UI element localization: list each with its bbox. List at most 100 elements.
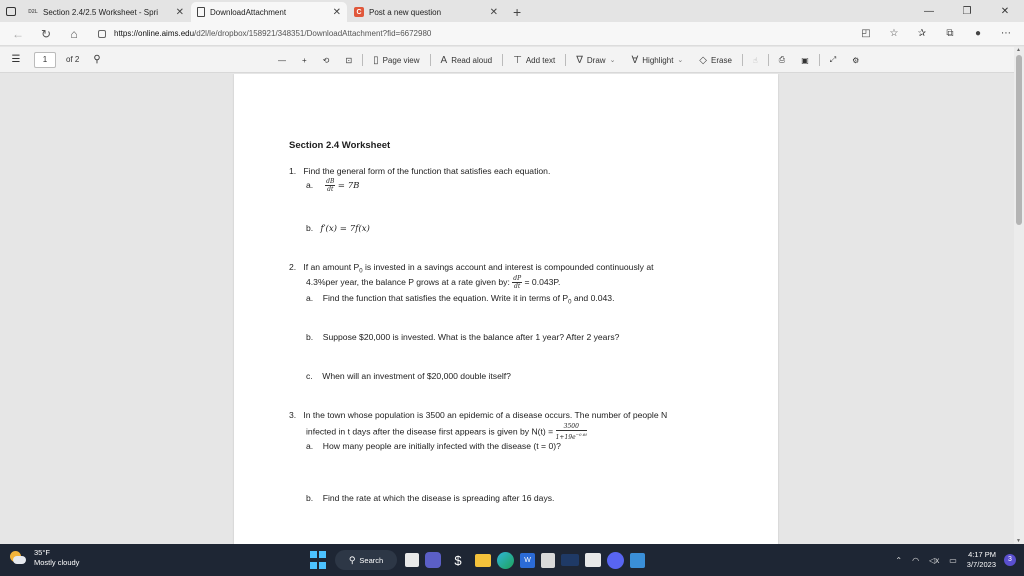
fit-page-icon[interactable]: ⊡	[337, 56, 360, 65]
question-text: How many people are initially infected w…	[322, 441, 561, 451]
store-icon[interactable]	[541, 552, 555, 568]
expand-icon[interactable]: ⤢	[822, 55, 844, 65]
highlight-button[interactable]: ∀ Highlight ⌄	[623, 55, 691, 66]
question-1a: a. dB dt = 7B	[306, 178, 359, 193]
photos-icon[interactable]	[630, 552, 645, 568]
add-text-label: Add text	[525, 55, 556, 65]
url-path: /d2l/le/dropbox/158921/348351/DownloadAt…	[194, 29, 432, 38]
favorites-icon[interactable]: ✰	[908, 28, 936, 39]
edge-browser-icon[interactable]	[497, 551, 514, 569]
scrollbar-thumb[interactable]	[1016, 55, 1022, 225]
zoom-in-button[interactable]: +	[294, 56, 315, 65]
table-of-contents-icon[interactable]: ☰	[0, 54, 32, 65]
search-icon[interactable]: ⚲	[93, 54, 100, 65]
word-icon[interactable]: W	[520, 552, 535, 568]
task-view-icon[interactable]	[405, 553, 419, 567]
profile-avatar-icon[interactable]: ●	[964, 28, 992, 39]
taskbar-apps: ⚲ Search $ W	[307, 549, 651, 571]
discord-icon[interactable]	[607, 551, 624, 569]
url-field[interactable]: https://online.aims.edu/d2l/le/dropbox/1…	[98, 29, 852, 38]
page-view-label: Page view	[382, 55, 420, 65]
zoom-out-button[interactable]: —	[270, 56, 294, 65]
page-total: of 2	[66, 55, 80, 64]
url-host: https://online.aims.edu	[114, 29, 195, 38]
settings-gear-icon[interactable]: ⚙	[844, 56, 867, 65]
scroll-up-icon[interactable]: ▲	[1016, 47, 1021, 53]
question-2: 2. If an amount P0 is invested in a savi…	[289, 262, 654, 275]
question-text: Find the rate at which the disease is sp…	[322, 493, 555, 503]
chevron-down-icon[interactable]: ⌄	[677, 56, 683, 64]
restore-button[interactable]: ❐	[948, 0, 986, 22]
part-label: b.	[306, 493, 314, 503]
clock[interactable]: 4:17 PM 3/7/2023	[967, 550, 996, 570]
window-menu-icon[interactable]	[0, 0, 22, 22]
equation-rhs: = 0.043P.	[524, 276, 561, 287]
refresh-icon[interactable]: ↻	[32, 27, 60, 41]
mail-icon[interactable]	[585, 553, 601, 567]
divider	[767, 54, 769, 66]
home-icon[interactable]: ⌂	[60, 27, 88, 41]
touch-icon[interactable]: ☝	[745, 56, 766, 65]
lock-icon	[98, 29, 106, 38]
erase-button[interactable]: ◇ Erase	[691, 55, 740, 66]
collections-icon[interactable]: ⧉	[936, 28, 964, 39]
page-number-input[interactable]: 1	[34, 51, 56, 68]
file-explorer-icon[interactable]	[475, 553, 491, 567]
system-tray: ⌃ ◠ ◁x ▭ 4:17 PM 3/7/2023 3	[895, 544, 1024, 576]
divider	[818, 54, 820, 66]
temperature: 35°F	[34, 548, 50, 557]
minimize-button[interactable]: —	[910, 0, 948, 22]
search-label: Search	[359, 555, 384, 565]
taskbar-search[interactable]: ⚲ Search	[335, 550, 397, 570]
tab-worksheet[interactable]: D2L Section 2.4/2.5 Worksheet - Spri ✕	[22, 2, 190, 22]
read-aloud-button[interactable]: A Read aloud	[433, 55, 501, 66]
question-number: 2.	[289, 262, 297, 272]
fraction: 3500 1+19e−0.6t	[555, 423, 587, 441]
fraction-numerator: dB	[325, 178, 336, 186]
draw-button[interactable]: ∇ Draw ⌄	[568, 55, 623, 66]
question-text: is invested in a savings account and int…	[362, 262, 654, 272]
favorite-star-icon[interactable]: ☆	[880, 28, 908, 39]
back-arrow-icon[interactable]: ←	[4, 27, 32, 41]
fraction: dB dt	[325, 178, 336, 193]
weather-widget[interactable]: 35°F Mostly cloudy	[8, 548, 79, 568]
app-tile-icon[interactable]	[561, 554, 579, 566]
part-label: b.	[306, 223, 314, 233]
windows-taskbar: 35°F Mostly cloudy ⚲ Search $ W ⌃ ◠ ◁x ▭ …	[0, 544, 1024, 576]
more-options-icon[interactable]: ⋯	[992, 28, 1020, 39]
question-text: In the town whose population is 3500 an …	[303, 410, 668, 420]
rotate-icon[interactable]: ⟲	[315, 56, 338, 65]
page-view-button[interactable]: ▯ Page view	[365, 55, 427, 66]
page-view-icon: ▯	[373, 54, 379, 66]
start-windows-icon[interactable]	[307, 549, 329, 571]
print-icon[interactable]: ⎙	[771, 55, 793, 65]
chevron-down-icon[interactable]: ⌄	[610, 56, 616, 64]
close-tab-icon[interactable]: ✕	[333, 7, 341, 18]
notification-badge[interactable]: 3	[1004, 554, 1016, 566]
tab-post-question[interactable]: C Post a new question ✕	[348, 2, 504, 22]
highlight-icon: ∀	[631, 54, 639, 66]
chevron-up-icon[interactable]: ⌃	[895, 556, 902, 565]
divider	[429, 54, 431, 66]
dollar-app-icon[interactable]: $	[447, 549, 469, 571]
read-mode-icon[interactable]: ◰	[852, 28, 880, 39]
chegg-icon: C	[354, 7, 364, 17]
vertical-scrollbar[interactable]: ▲ ▼	[1014, 47, 1024, 544]
denominator-base: 1+19e	[555, 434, 576, 441]
battery-icon[interactable]: ▭	[949, 556, 957, 565]
close-tab-icon[interactable]: ✕	[490, 7, 498, 18]
fraction-denominator: dt	[514, 283, 521, 290]
close-tab-icon[interactable]: ✕	[176, 7, 184, 18]
draw-icon: ∇	[576, 54, 583, 66]
volume-icon[interactable]: ◁x	[929, 556, 939, 565]
teams-chat-icon[interactable]	[425, 552, 441, 568]
wifi-icon[interactable]: ◠	[912, 556, 919, 565]
save-icon[interactable]: ▣	[793, 56, 817, 65]
tab-download-attachment[interactable]: DownloadAttachment ✕	[191, 2, 347, 22]
question-2b: b. Suppose $20,000 is invested. What is …	[306, 332, 619, 342]
add-text-button[interactable]: ⊤ Add text	[505, 55, 563, 66]
close-window-button[interactable]: ✕	[986, 0, 1024, 22]
new-tab-button[interactable]: +	[505, 2, 529, 22]
section-title: Section 2.4 Worksheet	[289, 140, 391, 151]
question-1: 1. Find the general form of the function…	[289, 166, 550, 176]
